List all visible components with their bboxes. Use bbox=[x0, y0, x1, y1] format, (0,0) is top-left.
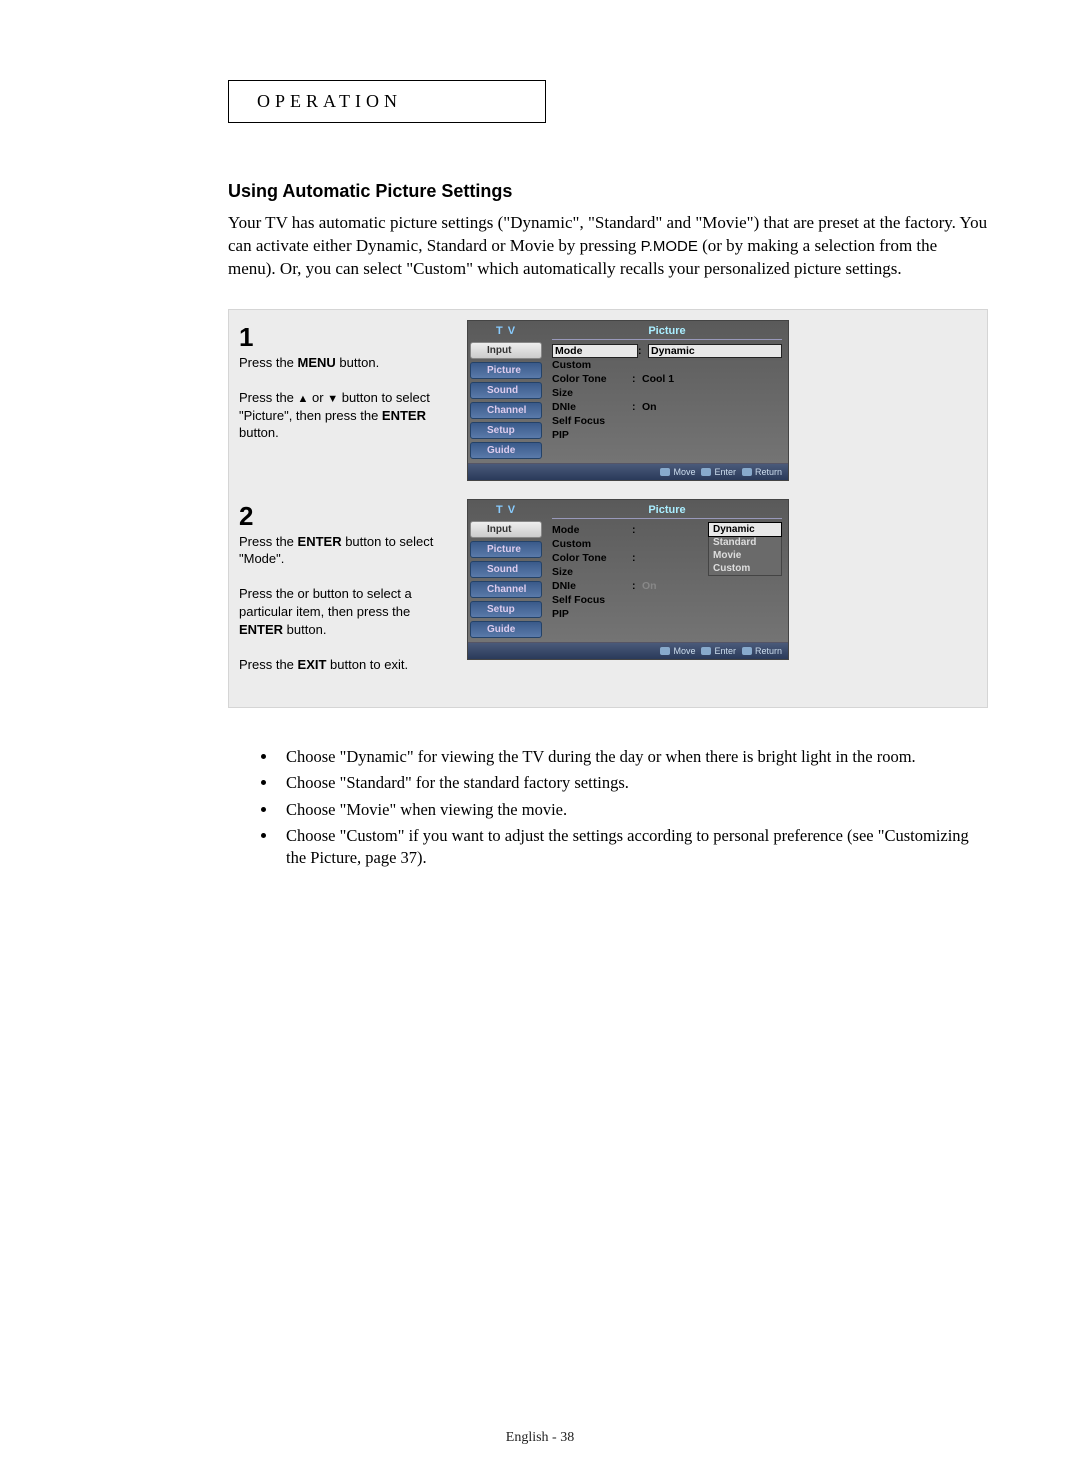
bullet-item: Choose "Custom" if you want to adjust th… bbox=[278, 825, 988, 870]
bullet-item: Choose "Standard" for the standard facto… bbox=[278, 772, 988, 794]
osd-footer-move-2: Move bbox=[660, 646, 695, 656]
osd-option-movie: Movie bbox=[709, 549, 781, 562]
step-1: 1 Press the MENU button. Press the ▲ or … bbox=[239, 320, 977, 481]
osd-option-custom: Custom bbox=[709, 562, 781, 575]
osd-option-standard: Standard bbox=[709, 536, 781, 549]
enter-icon bbox=[701, 468, 711, 476]
osd-footer-return-2: Return bbox=[742, 646, 782, 656]
osd-title: Picture bbox=[552, 325, 782, 340]
osd-screenshot-1: T V Input Picture Sound Channel Setup Gu… bbox=[467, 320, 789, 481]
osd-tab-picture-2: Picture bbox=[470, 541, 542, 558]
osd-tab-picture: Picture bbox=[470, 362, 542, 379]
section-title: OPERATION bbox=[257, 91, 402, 111]
osd-footer-return: Return bbox=[742, 467, 782, 477]
osd-mode-dropdown: Dynamic Standard Movie Custom bbox=[708, 522, 782, 576]
osd-footer-enter-2: Enter bbox=[701, 646, 736, 656]
bullet-list: Choose "Dynamic" for viewing the TV duri… bbox=[238, 746, 988, 869]
step-1-text: 1 Press the MENU button. Press the ▲ or … bbox=[239, 320, 449, 442]
step-2-text: 2 Press the ENTER button to select "Mode… bbox=[239, 499, 449, 673]
bullet-item: Choose "Movie" when viewing the movie. bbox=[278, 799, 988, 821]
page-number: English - 38 bbox=[0, 1430, 1080, 1446]
intro-paragraph: Your TV has automatic picture settings (… bbox=[228, 212, 988, 281]
osd-tab-input: Input bbox=[470, 342, 542, 359]
osd-option-dynamic: Dynamic bbox=[708, 522, 782, 537]
osd-tab-channel: Channel bbox=[470, 402, 542, 419]
pmode-label: P.MODE bbox=[641, 238, 698, 255]
bullet-item: Choose "Dynamic" for viewing the TV duri… bbox=[278, 746, 988, 768]
enter-icon bbox=[701, 647, 711, 655]
osd-tab-guide: Guide bbox=[470, 442, 542, 459]
osd-tab-sound-2: Sound bbox=[470, 561, 542, 578]
osd-footer-move: Move bbox=[660, 467, 695, 477]
osd-title-2: Picture bbox=[552, 504, 782, 519]
osd-tv-label-2: T V bbox=[470, 504, 542, 516]
osd-tab-input-2: Input bbox=[470, 521, 542, 538]
up-arrow-icon: ▲ bbox=[298, 393, 309, 405]
osd-tab-setup-2: Setup bbox=[470, 601, 542, 618]
page-heading: Using Automatic Picture Settings bbox=[228, 181, 988, 202]
osd-tv-label: T V bbox=[470, 325, 542, 337]
osd-tab-setup: Setup bbox=[470, 422, 542, 439]
osd-tab-guide-2: Guide bbox=[470, 621, 542, 638]
step-1-number: 1 bbox=[239, 324, 449, 350]
move-icon bbox=[660, 647, 670, 655]
return-icon bbox=[742, 647, 752, 655]
down-arrow-icon: ▼ bbox=[327, 393, 338, 405]
osd-screenshot-2: T V Input Picture Sound Channel Setup Gu… bbox=[467, 499, 789, 660]
move-icon bbox=[660, 468, 670, 476]
osd-tab-sound: Sound bbox=[470, 382, 542, 399]
steps-container: 1 Press the MENU button. Press the ▲ or … bbox=[228, 309, 988, 708]
step-2-number: 2 bbox=[239, 503, 449, 529]
return-icon bbox=[742, 468, 752, 476]
osd-footer-enter: Enter bbox=[701, 467, 736, 477]
section-header-box: OPERATION bbox=[228, 80, 546, 123]
step-2: 2 Press the ENTER button to select "Mode… bbox=[239, 499, 977, 673]
osd-tab-channel-2: Channel bbox=[470, 581, 542, 598]
